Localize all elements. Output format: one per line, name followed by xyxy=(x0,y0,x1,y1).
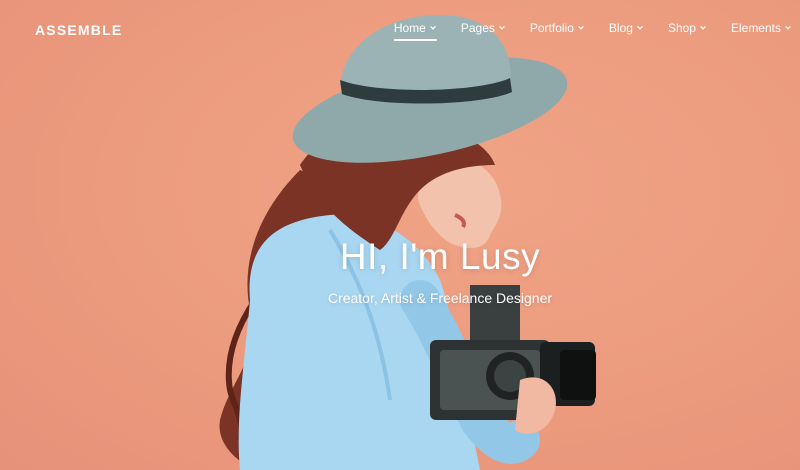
nav-item-label: Elements xyxy=(730,21,781,35)
top-navbar: ASSEMBLE Home Pages Portfolio Blog Shop xyxy=(0,0,800,60)
chevron-down-icon xyxy=(429,25,436,30)
hero-photo xyxy=(219,15,596,470)
site-logo[interactable]: ASSEMBLE xyxy=(35,22,122,38)
hero-section: ASSEMBLE Home Pages Portfolio Blog Shop xyxy=(0,0,800,470)
nav-item-label: Pages xyxy=(460,21,495,35)
hero-subtitle: Creator, Artist & Freelance Designer xyxy=(327,290,553,306)
nav-item-label: Portfolio xyxy=(529,21,574,35)
chevron-down-icon xyxy=(499,25,505,30)
chevron-down-icon xyxy=(637,25,643,30)
nav-item-pages[interactable]: Pages xyxy=(461,21,506,39)
main-nav: Home Pages Portfolio Blog Shop Elements xyxy=(393,21,800,41)
chevron-down-icon xyxy=(700,25,706,30)
nav-item-elements[interactable]: Elements xyxy=(731,21,792,39)
nav-item-home[interactable]: Home xyxy=(393,21,437,41)
chevron-down-icon xyxy=(578,25,584,30)
nav-item-label: Shop xyxy=(667,21,696,35)
nav-item-label: Blog xyxy=(608,21,633,35)
chevron-down-icon xyxy=(785,25,791,30)
nav-item-shop[interactable]: Shop xyxy=(668,21,707,39)
nav-item-label: Home xyxy=(393,21,426,35)
hero-title: HI, I'm Lusy xyxy=(339,236,541,277)
nav-item-blog[interactable]: Blog xyxy=(609,21,644,39)
nav-item-portfolio[interactable]: Portfolio xyxy=(530,21,585,39)
